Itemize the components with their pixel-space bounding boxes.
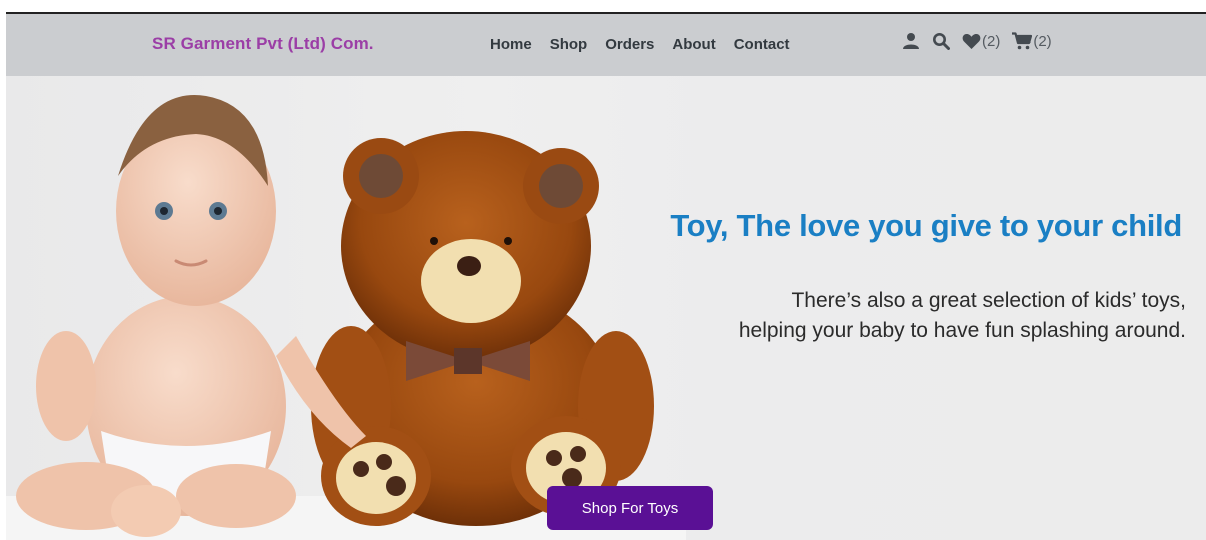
shop-for-toys-button[interactable]: Shop For Toys: [547, 486, 713, 530]
user-icon[interactable]: [902, 32, 920, 50]
hero-description: There’s also a great selection of kids’ …: [626, 286, 1186, 346]
hero-baby-teddy-image: [6, 95, 686, 540]
nav-orders-link[interactable]: Orders: [605, 36, 654, 53]
page: SR Garment Pvt (Ltd) Com. Home Shop Orde…: [0, 0, 1206, 540]
cart-count: (2): [1033, 32, 1052, 50]
header-icons: (2) (2): [902, 32, 1052, 50]
brand-logo-link[interactable]: SR Garment Pvt (Ltd) Com.: [152, 34, 374, 54]
hero-description-line-2: helping your baby to have fun splashing …: [738, 319, 1186, 342]
cart-button[interactable]: (2): [1012, 32, 1052, 50]
nav-about-link[interactable]: About: [672, 36, 715, 53]
nav-contact-link[interactable]: Contact: [734, 36, 790, 53]
hero-banner: Toy, The love you give to your child The…: [6, 76, 1206, 540]
nav-home-link[interactable]: Home: [490, 36, 532, 53]
nav-shop-link[interactable]: Shop: [550, 36, 588, 53]
search-icon[interactable]: [932, 32, 950, 50]
hero-headline: Toy, The love you give to your child: [670, 208, 1182, 243]
wishlist-button[interactable]: (2): [962, 33, 1000, 50]
heart-icon: [962, 33, 981, 49]
wishlist-count: (2): [982, 32, 1001, 50]
navbar: SR Garment Pvt (Ltd) Com. Home Shop Orde…: [6, 14, 1206, 76]
cart-icon: [1012, 32, 1033, 50]
hero-description-line-1: There’s also a great selection of kids’ …: [791, 289, 1186, 312]
main-nav: Home Shop Orders About Contact: [490, 36, 790, 53]
